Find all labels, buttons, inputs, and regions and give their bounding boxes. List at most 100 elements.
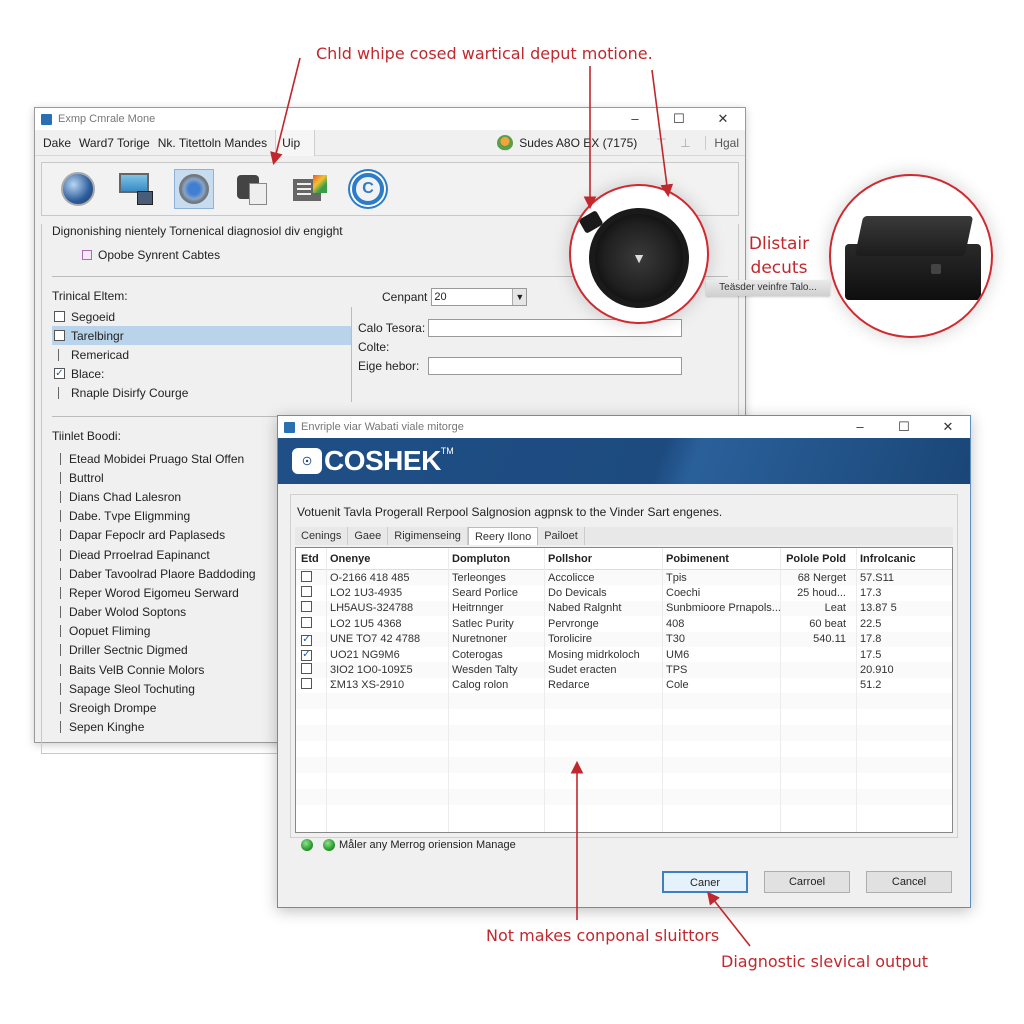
close-button[interactable]: ✕ (701, 111, 745, 127)
tab-4[interactable]: Pailoet (538, 527, 585, 545)
empty-row (296, 773, 952, 789)
table-cell: Sudet eracten (548, 664, 617, 677)
component-select[interactable]: 20 ▼ (431, 288, 528, 306)
row-checkbox[interactable] (301, 678, 312, 690)
column-header[interactable]: Dompluton (448, 553, 544, 565)
table-row[interactable]: UO21 NG9M6 Coterogas Mosing midrkoloch UM6 1… (296, 647, 952, 662)
row-checkbox[interactable] (301, 586, 312, 598)
document-chart-icon (293, 175, 327, 203)
document-chart-button[interactable] (290, 169, 330, 209)
row-checkbox[interactable] (301, 649, 312, 661)
table-row[interactable]: LO2 1U5 4368 Satlec Purity Pervronge 408 60 … (296, 616, 952, 631)
element-checkbox[interactable] (54, 311, 65, 322)
row-checkbox[interactable] (301, 634, 312, 646)
tab-0[interactable]: Cenings (295, 527, 349, 545)
element-label: Tarelbingr (71, 328, 124, 343)
menu-item-2[interactable]: Ward7 Torige (79, 136, 150, 150)
dialog-app-icon (284, 421, 295, 433)
maximize-button[interactable]: ☐ (657, 111, 701, 127)
printer-icon (237, 173, 267, 205)
table-cell: Tpis (666, 571, 687, 584)
menu-item-1[interactable]: Dake (43, 136, 71, 150)
main-window-titlebar[interactable]: Exmp Cmrale Mone – ☐ ✕ (35, 108, 745, 130)
row-checkbox[interactable] (301, 616, 312, 628)
status-led-icon (301, 839, 313, 851)
table-cell: LO2 1U3-4935 (330, 587, 403, 600)
empty-row (296, 725, 952, 742)
gauge-button[interactable] (58, 169, 98, 209)
annotation-top: Chld whipe cosed wartical deput motione. (316, 44, 653, 63)
row-checkbox[interactable] (301, 663, 312, 675)
edge-input[interactable] (428, 356, 682, 375)
tree-line-icon (60, 644, 65, 657)
app-icon (41, 113, 52, 125)
table-cell: 22.5 (860, 617, 882, 630)
ok-button[interactable]: Caner (662, 871, 748, 893)
help-menu[interactable]: Hgal (705, 135, 739, 150)
filter-icon[interactable]: ⊤ (649, 136, 673, 150)
table-row[interactable]: O-2166 418 485 Terleonges Accolicce Tpis 68 … (296, 570, 952, 586)
column-header[interactable]: Onenye (326, 553, 448, 565)
empty-row (296, 741, 952, 757)
monitor-icon (119, 173, 153, 205)
option-checkbox[interactable] (82, 250, 92, 260)
table-cell: T30 (666, 633, 685, 646)
table-row[interactable]: LH5AUS-324788 Heitrnnger Nabed Ralgnht Sunb… (296, 600, 952, 617)
chevron-down-icon[interactable]: ▼ (512, 289, 527, 305)
element-item[interactable]: Remericad (52, 345, 351, 364)
table-cell: LO2 1U5 4368 (330, 617, 402, 630)
table-cell: Satlec Purity (452, 617, 514, 630)
cancel-button[interactable]: Cancel (866, 871, 952, 893)
table-cell: Heitrnnger (452, 602, 504, 615)
tab-3[interactable]: Reery Ilono (467, 527, 539, 545)
dialog-minimize-button[interactable]: – (838, 419, 882, 435)
table-row[interactable]: ΣM13 XS-2910 Calog rolon Redarce Cole 51.2 (296, 678, 952, 693)
monitor-button[interactable] (116, 169, 156, 209)
dialog-titlebar[interactable]: Envriple viar Wabati viale mitorge – ☐ ✕ (278, 416, 970, 438)
column-header[interactable]: Infrolcanic (856, 553, 952, 565)
table-cell: 57.S11 (860, 571, 895, 584)
table-cell: Terleonges (452, 571, 506, 584)
printer-button[interactable] (232, 169, 272, 209)
table-cell: 25 houd... (797, 587, 846, 600)
row-checkbox-cell (296, 648, 326, 661)
element-item[interactable]: Tarelbingr (52, 326, 351, 345)
tab-2[interactable]: Rigimenseing (388, 527, 468, 545)
cancel-button-secondary[interactable]: Carroel (764, 871, 850, 893)
column-header[interactable]: Polole Pold (780, 553, 856, 565)
table-cell: Wesden Talty (452, 664, 518, 677)
table-row[interactable]: 3IO2 1O0-109Σ5 Wesden Talty Sudet eracten T… (296, 662, 952, 678)
dialog-content: Votuenit Tavla Progerall Rerpool Salgnos… (290, 494, 958, 851)
table-row[interactable]: LO2 1U3-4935 Seard Porlice Do Devicals Coec… (296, 585, 952, 600)
tree-list-label: Driller Sectnic Digmed (69, 643, 188, 658)
tree-list-label: Daber Wolod Soptons (69, 605, 187, 620)
table-cell: Pervronge (548, 617, 599, 630)
column-header[interactable]: Pobimenent (662, 553, 780, 565)
element-checkbox[interactable] (54, 330, 65, 341)
element-checkbox[interactable] (54, 368, 65, 379)
calo-label: Calo Tesora: (358, 320, 426, 335)
cog-button[interactable]: C (348, 169, 388, 209)
option-label: Opobe Synrent Cabtes (98, 248, 221, 262)
tab-1[interactable]: Gaee (348, 527, 389, 545)
pin-icon[interactable]: ⊥ (673, 136, 697, 150)
element-item[interactable]: Rnaple Disirfy Courge (52, 383, 351, 402)
row-checkbox-cell (296, 678, 326, 692)
menu-item-4[interactable]: Uip (275, 129, 316, 156)
row-checkbox[interactable] (301, 601, 312, 613)
table-row[interactable]: UNE TO7 42 4788 Nuretnoner Torolicire T30 54… (296, 631, 952, 647)
dialog-close-button[interactable]: ✕ (926, 419, 970, 435)
row-checkbox[interactable] (301, 570, 312, 582)
element-item[interactable]: Blace: (52, 364, 351, 383)
data-grid: Etd Onenye Dompluton Pollshor Pobimenent Polo… (295, 547, 953, 833)
minimize-button[interactable]: – (613, 111, 657, 127)
menu-item-3[interactable]: Nk. Titettoln Mandes (158, 136, 267, 150)
lens-button[interactable] (174, 169, 214, 209)
element-item[interactable]: Segoeid (52, 307, 351, 326)
table-cell: Coterogas (452, 648, 503, 661)
gauge-icon (61, 172, 95, 206)
dialog-maximize-button[interactable]: ☐ (882, 419, 926, 435)
column-header[interactable]: Etd (296, 553, 326, 565)
column-header[interactable]: Pollshor (544, 553, 662, 565)
callout-title: Dlistair decuts (748, 234, 810, 278)
